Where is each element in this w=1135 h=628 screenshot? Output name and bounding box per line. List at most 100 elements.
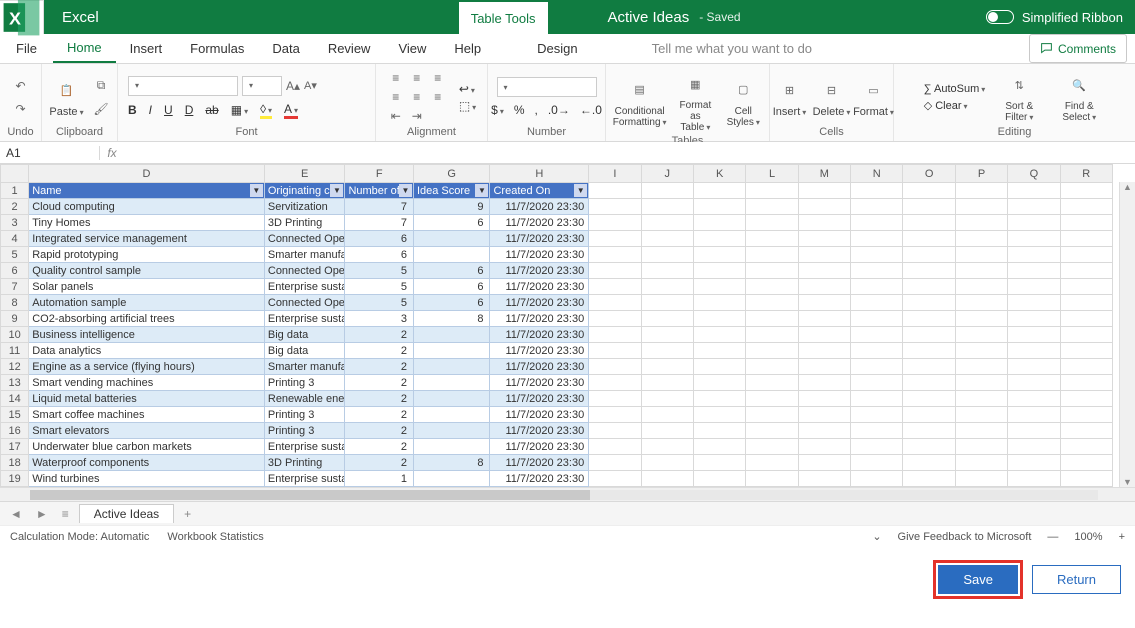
cell-votes[interactable]: 5 [345, 263, 413, 279]
tab-view[interactable]: View [384, 34, 440, 63]
col-header[interactable]: K [693, 165, 745, 183]
cell[interactable] [903, 295, 955, 311]
filter-icon[interactable]: ▼ [574, 184, 587, 197]
zoom-in-icon[interactable]: + [1119, 531, 1125, 543]
cell[interactable] [693, 471, 745, 487]
cell-created[interactable]: 11/7/2020 23:30 [490, 455, 589, 471]
cell-orig[interactable]: Printing 3 [264, 423, 345, 439]
col-header[interactable]: J [641, 165, 693, 183]
row-header[interactable]: 9 [1, 311, 29, 327]
decrease-font-icon[interactable]: A▾ [304, 79, 317, 92]
row-header[interactable]: 18 [1, 455, 29, 471]
cell-created[interactable]: 11/7/2020 23:30 [490, 327, 589, 343]
cell[interactable] [955, 215, 1007, 231]
cell[interactable] [903, 455, 955, 471]
cell[interactable] [589, 359, 641, 375]
cell[interactable] [798, 247, 850, 263]
tab-design[interactable]: Design [523, 34, 591, 63]
add-sheet-icon[interactable]: + [180, 507, 195, 521]
table-row[interactable]: 8Automation sampleConnected Oper5611/7/2… [1, 295, 1113, 311]
cell[interactable] [1060, 391, 1112, 407]
cell[interactable] [589, 247, 641, 263]
cell[interactable] [1060, 215, 1112, 231]
cell[interactable] [1008, 423, 1060, 439]
row-header[interactable]: 2 [1, 199, 29, 215]
table-row[interactable]: 4Integrated service managementConnected … [1, 231, 1113, 247]
cell[interactable] [798, 311, 850, 327]
cell-orig[interactable]: Printing 3 [264, 375, 345, 391]
cell-name[interactable]: Business intelligence [29, 327, 265, 343]
cell[interactable] [641, 327, 693, 343]
cell[interactable] [955, 407, 1007, 423]
cell[interactable] [1008, 215, 1060, 231]
align-mid-left-icon[interactable]: ≡ [387, 89, 405, 105]
strikethrough-button[interactable]: ab [205, 103, 218, 117]
cell-name[interactable]: Wind turbines [29, 471, 265, 487]
cell[interactable] [693, 231, 745, 247]
cell[interactable] [1060, 359, 1112, 375]
table-row[interactable]: 9CO2-absorbing artificial treesEnterpris… [1, 311, 1113, 327]
row-header[interactable]: 11 [1, 343, 29, 359]
help-dropdown-icon[interactable]: ⌄ [872, 530, 881, 543]
table-row[interactable]: 13Smart vending machinesPrinting 3211/7/… [1, 375, 1113, 391]
cell[interactable] [693, 247, 745, 263]
cell[interactable] [903, 183, 955, 199]
cell[interactable] [589, 279, 641, 295]
cell[interactable] [641, 215, 693, 231]
row-header[interactable]: 1 [1, 183, 29, 199]
cell[interactable] [1060, 247, 1112, 263]
sort-filter-button[interactable]: ⇅Sort & Filter [995, 69, 1043, 125]
cell-orig[interactable]: 3D Printing [264, 215, 345, 231]
cell-score[interactable] [413, 327, 490, 343]
cell-created[interactable]: 11/7/2020 23:30 [490, 263, 589, 279]
table-header-created[interactable]: Created On▼ [490, 183, 589, 199]
cell[interactable] [903, 423, 955, 439]
cell[interactable] [1060, 183, 1112, 199]
cell-score[interactable]: 6 [413, 263, 490, 279]
vertical-scrollbar[interactable]: ▲▼ [1119, 182, 1135, 487]
cell[interactable] [641, 183, 693, 199]
cell-name[interactable]: Smart coffee machines [29, 407, 265, 423]
cell[interactable] [851, 471, 903, 487]
cell-votes[interactable]: 2 [345, 455, 413, 471]
decrease-decimal-icon[interactable]: ←.0 [580, 103, 602, 117]
table-row[interactable]: 19Wind turbinesEnterprise susta111/7/202… [1, 471, 1113, 487]
cell[interactable] [955, 199, 1007, 215]
cell[interactable] [798, 359, 850, 375]
cell[interactable] [955, 471, 1007, 487]
cell[interactable] [746, 279, 798, 295]
name-box[interactable]: A1 [0, 146, 100, 160]
cell-votes[interactable]: 5 [345, 279, 413, 295]
col-header[interactable]: L [746, 165, 798, 183]
cell[interactable] [1060, 279, 1112, 295]
row-header[interactable]: 8 [1, 295, 29, 311]
table-row[interactable]: 14Liquid metal batteriesRenewable ener21… [1, 391, 1113, 407]
cell[interactable] [589, 407, 641, 423]
cell[interactable] [798, 295, 850, 311]
cell[interactable] [851, 215, 903, 231]
find-select-button[interactable]: 🔍Find & Select [1053, 69, 1105, 125]
cell-score[interactable] [413, 343, 490, 359]
cell[interactable] [851, 199, 903, 215]
cell[interactable] [641, 231, 693, 247]
cell[interactable] [798, 199, 850, 215]
table-header-name[interactable]: Name▼ [29, 183, 265, 199]
feedback-link[interactable]: Give Feedback to Microsoft [898, 531, 1032, 543]
row-header[interactable]: 7 [1, 279, 29, 295]
cell-created[interactable]: 11/7/2020 23:30 [490, 199, 589, 215]
tab-home[interactable]: Home [53, 34, 116, 63]
zoom-level[interactable]: 100% [1074, 531, 1102, 543]
cell[interactable] [746, 199, 798, 215]
cell[interactable] [589, 215, 641, 231]
cell-created[interactable]: 11/7/2020 23:30 [490, 295, 589, 311]
cell[interactable] [589, 423, 641, 439]
table-header-orig[interactable]: Originating cl▼ [264, 183, 345, 199]
row-header[interactable]: 3 [1, 215, 29, 231]
cell[interactable] [641, 359, 693, 375]
cell[interactable] [641, 407, 693, 423]
cell[interactable] [1060, 375, 1112, 391]
cell[interactable] [1060, 311, 1112, 327]
cell-orig[interactable]: Enterprise susta [264, 311, 345, 327]
row-header[interactable]: 14 [1, 391, 29, 407]
cell[interactable] [798, 407, 850, 423]
